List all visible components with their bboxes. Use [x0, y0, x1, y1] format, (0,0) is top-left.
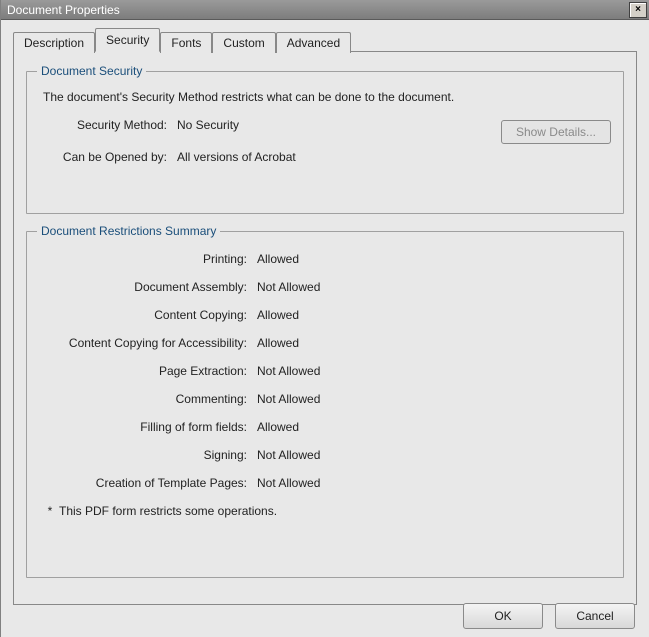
restriction-value: Allowed: [257, 420, 299, 434]
restriction-label: Commenting:: [37, 392, 257, 406]
restriction-row: Printing:Allowed: [37, 252, 613, 266]
restriction-label: Document Assembly:: [37, 280, 257, 294]
tab-description[interactable]: Description: [13, 32, 95, 53]
tab-fonts[interactable]: Fonts: [160, 32, 212, 53]
restriction-value: Not Allowed: [257, 448, 320, 462]
restriction-row: Document Assembly:Not Allowed: [37, 280, 613, 294]
document-security-legend: Document Security: [37, 64, 146, 78]
restriction-label: Printing:: [37, 252, 257, 266]
tab-custom[interactable]: Custom: [212, 32, 275, 53]
content-area: Description Security Fonts Custom Advanc…: [1, 20, 649, 605]
restriction-row: Content Copying for Accessibility:Allowe…: [37, 336, 613, 350]
close-icon: ×: [635, 4, 641, 15]
ok-button[interactable]: OK: [463, 603, 543, 629]
tab-strip: Description Security Fonts Custom Advanc…: [13, 28, 637, 52]
restriction-row: Signing:Not Allowed: [37, 448, 613, 462]
dialog-buttons: OK Cancel: [463, 603, 635, 629]
document-security-group: Document Security The document's Securit…: [26, 64, 624, 214]
tab-advanced[interactable]: Advanced: [276, 32, 351, 53]
restriction-value: Not Allowed: [257, 364, 320, 378]
restriction-row: Content Copying:Allowed: [37, 308, 613, 322]
security-method-value: No Security: [177, 118, 239, 132]
security-method-label: Security Method:: [37, 118, 177, 132]
restrictions-list: Printing:AllowedDocument Assembly:Not Al…: [37, 252, 613, 490]
restriction-label: Page Extraction:: [37, 364, 257, 378]
restriction-value: Allowed: [257, 308, 299, 322]
restriction-value: Allowed: [257, 252, 299, 266]
cancel-button[interactable]: Cancel: [555, 603, 635, 629]
window-title: Document Properties: [7, 3, 120, 17]
titlebar: Document Properties ×: [1, 0, 649, 20]
restriction-label: Signing:: [37, 448, 257, 462]
restriction-row: Commenting:Not Allowed: [37, 392, 613, 406]
restrictions-legend: Document Restrictions Summary: [37, 224, 220, 238]
restrictions-note: * This PDF form restricts some operation…: [41, 504, 613, 518]
restriction-row: Creation of Template Pages:Not Allowed: [37, 476, 613, 490]
restriction-row: Page Extraction:Not Allowed: [37, 364, 613, 378]
restriction-label: Content Copying:: [37, 308, 257, 322]
security-panel: Document Security The document's Securit…: [13, 51, 637, 605]
restriction-row: Filling of form fields:Allowed: [37, 420, 613, 434]
restriction-label: Content Copying for Accessibility:: [37, 336, 257, 350]
note-asterisk: *: [41, 504, 59, 518]
opened-by-value: All versions of Acrobat: [177, 150, 296, 164]
close-button[interactable]: ×: [629, 2, 647, 18]
show-details-button: Show Details...: [501, 120, 611, 144]
document-properties-window: Document Properties × Description Securi…: [0, 0, 649, 637]
restriction-value: Not Allowed: [257, 392, 320, 406]
restrictions-group: Document Restrictions Summary Printing:A…: [26, 224, 624, 578]
restriction-value: Allowed: [257, 336, 299, 350]
opened-by-row: Can be Opened by: All versions of Acroba…: [37, 150, 613, 164]
security-description: The document's Security Method restricts…: [43, 90, 613, 104]
restriction-value: Not Allowed: [257, 476, 320, 490]
tab-security[interactable]: Security: [95, 28, 160, 52]
restriction-label: Creation of Template Pages:: [37, 476, 257, 490]
note-text: This PDF form restricts some operations.: [59, 504, 277, 518]
opened-by-label: Can be Opened by:: [37, 150, 177, 164]
restriction-label: Filling of form fields:: [37, 420, 257, 434]
restriction-value: Not Allowed: [257, 280, 320, 294]
